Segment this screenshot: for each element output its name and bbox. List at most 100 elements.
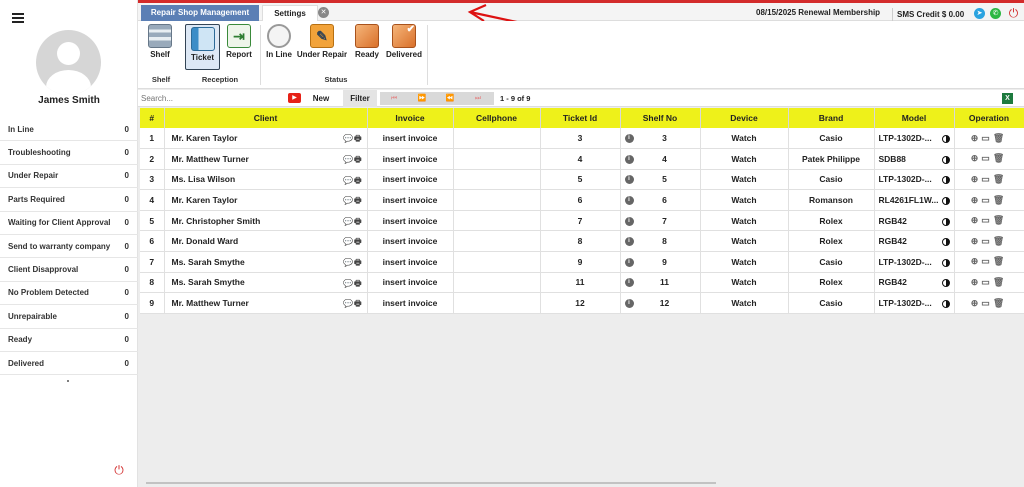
half-circle-icon[interactable] bbox=[941, 258, 950, 267]
table-row[interactable]: 6 Mr. Donald Ward 💬🖶 insert invoice 8 i 8 Watch… bbox=[140, 230, 1024, 253]
col-header-ticket-id[interactable]: Ticket Id bbox=[540, 108, 621, 128]
trash-icon[interactable]: 🗑 bbox=[993, 256, 1007, 266]
monitor-icon[interactable]: ▭ bbox=[981, 256, 993, 266]
shelf-button[interactable]: Shelf bbox=[146, 24, 174, 59]
cell-client[interactable]: Ms. Lisa Wilson 💬🖶 bbox=[164, 169, 368, 191]
add-icon[interactable]: ⊕ bbox=[971, 256, 982, 266]
last-page-icon[interactable]: ⏭ bbox=[468, 92, 488, 105]
cell-client[interactable]: Mr. Matthew Turner 💬🖶 bbox=[164, 148, 368, 170]
chat-icon[interactable]: 💬 bbox=[343, 134, 354, 143]
trash-icon[interactable]: 🗑 bbox=[993, 298, 1007, 308]
print-icon[interactable]: 🖶 bbox=[354, 299, 363, 308]
print-icon[interactable]: 🖶 bbox=[354, 196, 363, 205]
chat-icon[interactable]: 💬 bbox=[343, 196, 354, 205]
add-icon[interactable]: ⊕ bbox=[971, 153, 982, 163]
monitor-icon[interactable]: ▭ bbox=[981, 153, 993, 163]
table-row[interactable]: 3 Ms. Lisa Wilson 💬🖶 insert invoice 5 i 5 Watch… bbox=[140, 169, 1024, 191]
excel-export-icon[interactable]: X bbox=[1002, 93, 1013, 104]
power-icon[interactable]: ⏻ bbox=[113, 464, 125, 478]
info-icon[interactable]: i bbox=[624, 216, 634, 226]
info-icon[interactable]: i bbox=[624, 299, 634, 309]
print-icon[interactable]: 🖶 bbox=[354, 176, 363, 185]
table-row[interactable]: 2 Mr. Matthew Turner 💬🖶 insert invoice 4 i 4 Wa… bbox=[140, 148, 1024, 170]
monitor-icon[interactable]: ▭ bbox=[981, 195, 993, 205]
half-circle-icon[interactable] bbox=[941, 300, 950, 309]
col-header-number[interactable]: # bbox=[140, 108, 165, 128]
table-row[interactable]: 5 Mr. Christopher Smith 💬🖶 insert invoice 7 i… bbox=[140, 210, 1024, 232]
trash-icon[interactable]: 🗑 bbox=[993, 174, 1007, 184]
cell-invoice[interactable]: insert invoice bbox=[367, 148, 454, 170]
cell-invoice[interactable]: insert invoice bbox=[367, 128, 454, 150]
chat-icon[interactable]: 💬 bbox=[343, 155, 354, 164]
trash-icon[interactable]: 🗑 bbox=[993, 133, 1007, 143]
chat-icon[interactable]: 💬 bbox=[343, 217, 354, 226]
trash-icon[interactable]: 🗑 bbox=[993, 215, 1007, 225]
print-icon[interactable]: 🖶 bbox=[354, 237, 363, 246]
print-icon[interactable]: 🖶 bbox=[354, 217, 363, 226]
monitor-icon[interactable]: ▭ bbox=[981, 236, 993, 246]
chat-icon[interactable]: 💬 bbox=[343, 176, 354, 185]
previous-page-icon[interactable]: ⏪ bbox=[440, 92, 460, 105]
table-row[interactable]: 1 Mr. Karen Taylor 💬🖶 insert invoice 3 i 3 Watc… bbox=[140, 128, 1024, 150]
tab-settings[interactable]: Settings bbox=[262, 5, 318, 21]
col-header-brand[interactable]: Brand bbox=[788, 108, 875, 128]
info-icon[interactable]: i bbox=[624, 278, 634, 288]
status-item-parts-required[interactable]: Parts Required 0 bbox=[0, 188, 138, 212]
cell-invoice[interactable]: insert invoice bbox=[367, 169, 454, 191]
monitor-icon[interactable]: ▭ bbox=[981, 298, 993, 308]
monitor-icon[interactable]: ▭ bbox=[981, 174, 993, 184]
status-item-in-line[interactable]: In Line 0 bbox=[0, 118, 138, 142]
chat-icon[interactable]: 💬 bbox=[343, 279, 354, 288]
trash-icon[interactable]: 🗑 bbox=[993, 195, 1007, 205]
cell-client[interactable]: Ms. Sarah Smythe 💬🖶 bbox=[164, 251, 368, 273]
status-item-waiting-approval[interactable]: Waiting for Client Approval 0 bbox=[0, 212, 138, 235]
cell-client[interactable]: Mr. Karen Taylor 💬🖶 bbox=[164, 189, 368, 211]
col-header-cellphone[interactable]: Cellphone bbox=[453, 108, 541, 128]
add-icon[interactable]: ⊕ bbox=[971, 195, 982, 205]
cell-invoice[interactable]: insert invoice bbox=[367, 210, 454, 232]
delivered-button[interactable]: ✔ Delivered bbox=[384, 24, 424, 59]
half-circle-icon[interactable] bbox=[941, 217, 950, 226]
info-icon[interactable]: i bbox=[624, 154, 634, 164]
close-tab-icon[interactable]: ✕ bbox=[318, 7, 329, 18]
report-button[interactable]: ⇥ Report bbox=[224, 24, 254, 59]
cell-invoice[interactable]: insert invoice bbox=[367, 230, 454, 253]
filter-button[interactable]: Filter bbox=[343, 90, 377, 107]
table-row[interactable]: 8 Ms. Sarah Smythe 💬🖶 insert invoice 11 i 11 Wa… bbox=[140, 272, 1024, 294]
trash-icon[interactable]: 🗑 bbox=[993, 236, 1007, 246]
add-icon[interactable]: ⊕ bbox=[971, 298, 982, 308]
print-icon[interactable]: 🖶 bbox=[354, 155, 363, 164]
cell-client[interactable]: Mr. Matthew Turner 💬🖶 bbox=[164, 292, 368, 314]
table-row[interactable]: 4 Mr. Karen Taylor 💬🖶 insert invoice 6 i 6 Watc… bbox=[140, 189, 1024, 211]
add-icon[interactable]: ⊕ bbox=[971, 133, 982, 143]
col-header-device[interactable]: Device bbox=[700, 108, 789, 128]
next-page-icon[interactable]: ⏩ bbox=[412, 92, 432, 105]
logout-power-icon[interactable]: ⏻ bbox=[1008, 7, 1019, 19]
half-circle-icon[interactable] bbox=[941, 197, 950, 206]
add-icon[interactable]: ⊕ bbox=[971, 215, 982, 225]
info-icon[interactable]: i bbox=[624, 196, 634, 206]
status-item-ready[interactable]: Ready 0 bbox=[0, 329, 138, 352]
chat-icon[interactable]: 💬 bbox=[343, 299, 354, 308]
whatsapp-icon[interactable]: ✆ bbox=[990, 8, 1001, 19]
add-icon[interactable]: ⊕ bbox=[971, 236, 982, 246]
print-icon[interactable]: 🖶 bbox=[354, 279, 363, 288]
telegram-icon[interactable]: ➤ bbox=[974, 8, 985, 19]
search-input[interactable] bbox=[139, 91, 285, 105]
half-circle-icon[interactable] bbox=[941, 135, 950, 144]
add-icon[interactable]: ⊕ bbox=[971, 174, 982, 184]
chat-icon[interactable]: 💬 bbox=[343, 258, 354, 267]
half-circle-icon[interactable] bbox=[941, 279, 950, 288]
half-circle-icon[interactable] bbox=[941, 238, 950, 247]
info-icon[interactable]: i bbox=[624, 134, 634, 144]
print-icon[interactable]: 🖶 bbox=[354, 258, 363, 267]
ticket-button[interactable]: Ticket bbox=[185, 24, 220, 70]
tab-repair-shop-management[interactable]: Repair Shop Management bbox=[141, 5, 259, 21]
info-icon[interactable]: i bbox=[624, 237, 634, 247]
status-item-warranty[interactable]: Send to warranty company 0 bbox=[0, 235, 138, 259]
status-item-unrepairable[interactable]: Unrepairable 0 bbox=[0, 305, 138, 329]
col-header-shelf-no[interactable]: Shelf No bbox=[620, 108, 701, 128]
cell-client[interactable]: Mr. Christopher Smith 💬🖶 bbox=[164, 210, 368, 232]
cell-invoice[interactable]: insert invoice bbox=[367, 272, 454, 294]
first-page-icon[interactable]: ⏮ bbox=[384, 92, 404, 105]
